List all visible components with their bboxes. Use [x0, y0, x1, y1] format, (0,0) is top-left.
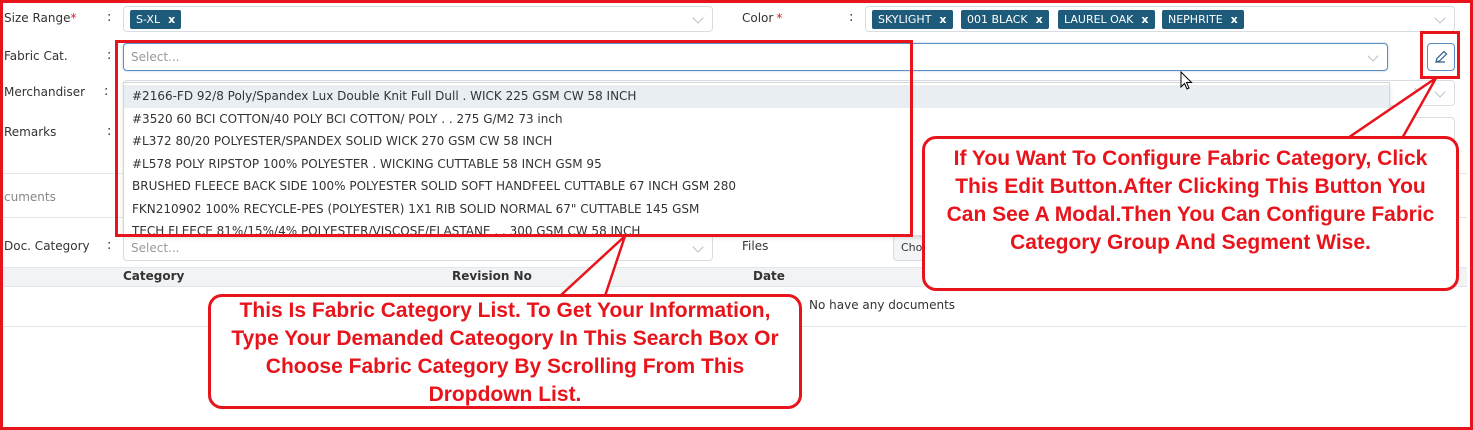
edit-callout-pointer	[1337, 76, 1438, 144]
fabric-list-callout: This Is Fabric Category List. To Get You…	[208, 294, 802, 409]
list-callout-pointer	[556, 235, 627, 298]
edit-button-callout: If You Want To Configure Fabric Category…	[922, 136, 1459, 291]
